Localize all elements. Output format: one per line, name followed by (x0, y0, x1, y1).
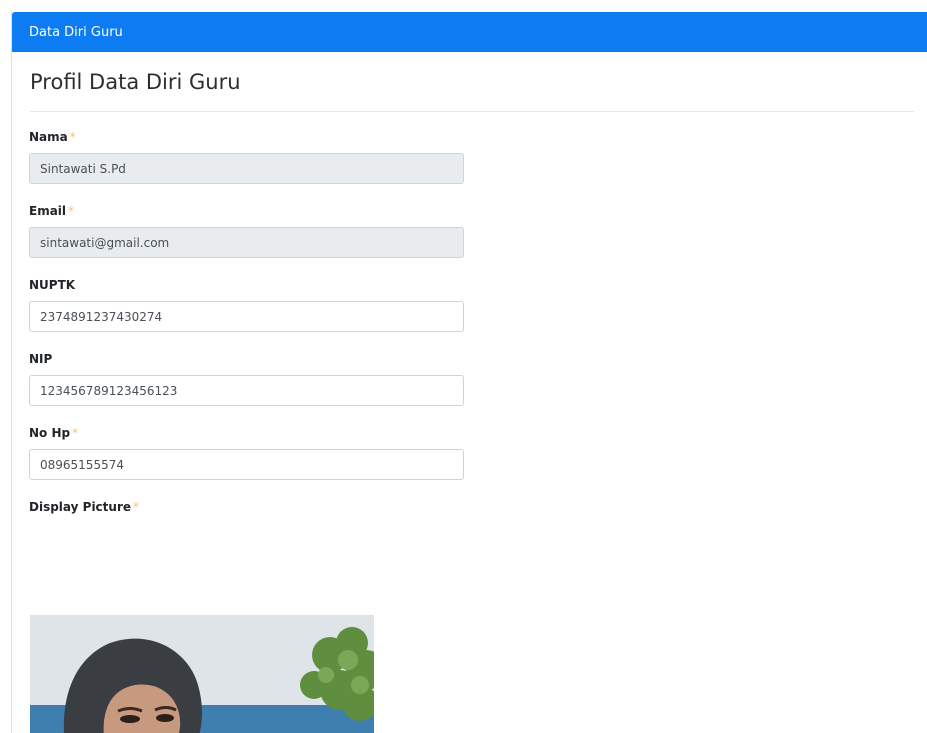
nuptk-field[interactable]: 2374891237430274 (29, 301, 464, 332)
no-hp-label-text: No Hp (29, 426, 71, 440)
nuptk-label: NUPTK (29, 278, 75, 292)
required-mark: * (72, 426, 79, 440)
nama-label: Nama * (29, 130, 76, 144)
no-hp-label: No Hp * (29, 426, 78, 440)
nama-value: Sintawati S.Pd (40, 161, 126, 176)
required-mark: * (133, 500, 140, 514)
nip-field[interactable]: 123456789123456123 (29, 375, 464, 406)
required-mark: * (68, 204, 75, 218)
portrait-photo (30, 615, 374, 733)
nip-label: NIP (29, 352, 52, 366)
display-picture-image (30, 615, 374, 733)
card-header: Data Diri Guru (12, 12, 927, 52)
profile-card: Data Diri Guru Profil Data Diri Guru Nam… (11, 12, 927, 733)
title-divider (30, 111, 914, 112)
nip-label-text: NIP (29, 352, 53, 366)
nip-value: 123456789123456123 (40, 383, 178, 398)
nama-field[interactable]: Sintawati S.Pd (29, 153, 464, 184)
email-field[interactable]: sintawati@gmail.com (29, 227, 464, 258)
email-label-text: Email (29, 204, 67, 218)
email-value: sintawati@gmail.com (40, 235, 170, 250)
nuptk-label-text: NUPTK (29, 278, 76, 292)
no-hp-field[interactable]: 08965155574 (29, 449, 464, 480)
nuptk-value: 2374891237430274 (40, 309, 163, 324)
card-header-title: Data Diri Guru (29, 24, 123, 40)
display-picture-label: Display Picture * (29, 500, 139, 514)
display-picture-label-text: Display Picture (29, 500, 132, 514)
no-hp-value: 08965155574 (40, 457, 124, 472)
nama-label-text: Nama (29, 130, 68, 144)
required-mark: * (69, 130, 76, 144)
page-title: Profil Data Diri Guru (30, 70, 241, 94)
email-label: Email * (29, 204, 74, 218)
